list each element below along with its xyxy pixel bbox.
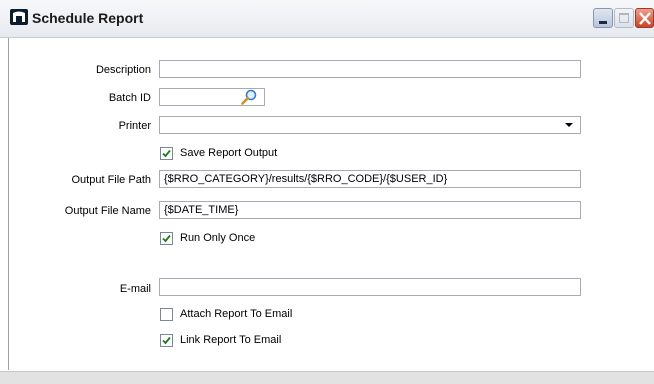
chevron-down-icon[interactable] bbox=[565, 123, 573, 127]
checkmark-icon bbox=[162, 234, 171, 243]
save-report-output-label: Save Report Output bbox=[180, 147, 278, 159]
output-file-name-input[interactable]: {$DATE_TIME} bbox=[159, 201, 581, 219]
description-input[interactable] bbox=[159, 60, 581, 78]
output-file-path-input[interactable]: {$RRO_CATEGORY}/results/{$RRO_CODE}/{$US… bbox=[159, 170, 581, 188]
link-report-checkbox[interactable] bbox=[160, 334, 173, 347]
save-report-output-checkbox[interactable] bbox=[160, 147, 173, 160]
attach-report-label: Attach Report To Email bbox=[180, 308, 293, 320]
output-file-name-label: Output File Name bbox=[64, 205, 151, 217]
email-input[interactable] bbox=[159, 278, 581, 296]
title-bar[interactable]: Schedule Report bbox=[0, 0, 654, 38]
maximize-icon bbox=[619, 13, 629, 23]
batch-id-label: Batch ID bbox=[108, 92, 151, 104]
run-only-once-label: Run Only Once bbox=[180, 232, 256, 244]
window-title: Schedule Report bbox=[32, 10, 144, 26]
printer-label: Printer bbox=[118, 120, 151, 132]
close-button[interactable] bbox=[635, 8, 654, 28]
output-file-path-label: Output File Path bbox=[71, 174, 152, 186]
attach-report-checkbox[interactable] bbox=[160, 308, 173, 321]
printer-select[interactable] bbox=[159, 116, 581, 134]
run-only-once-checkbox[interactable] bbox=[160, 232, 173, 245]
checkmark-icon bbox=[162, 149, 171, 158]
minimize-icon bbox=[599, 21, 607, 24]
link-report-label: Link Report To Email bbox=[180, 334, 282, 346]
close-icon bbox=[639, 12, 651, 25]
report-icon bbox=[10, 9, 28, 25]
email-label: E-mail bbox=[119, 283, 151, 295]
batch-id-input[interactable] bbox=[159, 88, 265, 106]
description-label: Description bbox=[95, 64, 151, 76]
dialog-footer-bar bbox=[0, 371, 654, 384]
maximize-button[interactable] bbox=[614, 8, 634, 28]
checkmark-icon bbox=[162, 336, 171, 345]
window-left-border bbox=[8, 38, 9, 370]
schedule-report-window: Schedule Report Description Batch ID Pri… bbox=[0, 0, 654, 384]
magnifier-icon[interactable] bbox=[240, 89, 258, 106]
minimize-button[interactable] bbox=[593, 8, 613, 28]
